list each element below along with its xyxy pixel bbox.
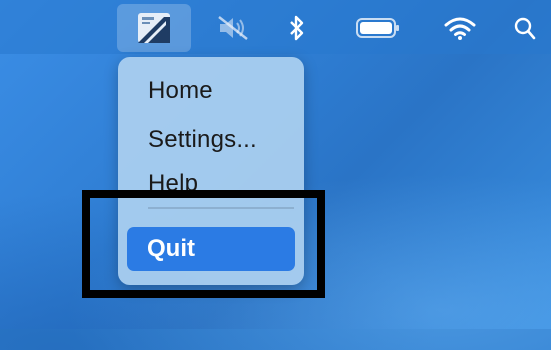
app-icon [138,13,170,43]
menu-bar [0,0,551,54]
menu-item-home[interactable]: Home [148,77,213,105]
mute-menu-extra[interactable] [208,6,258,50]
bluetooth-menu-extra[interactable] [282,6,312,50]
mute-icon [218,16,248,40]
battery-icon [356,18,399,38]
app-menu-extra[interactable] [117,4,191,52]
spotlight-menu-extra[interactable] [510,6,540,50]
search-icon [514,17,536,40]
wifi-menu-extra[interactable] [438,6,482,50]
menu-item-settings[interactable]: Settings... [148,126,257,154]
bluetooth-icon [290,15,304,41]
wifi-icon [444,17,476,40]
battery-menu-extra[interactable] [350,6,406,50]
annotation-highlight-box [82,190,325,298]
